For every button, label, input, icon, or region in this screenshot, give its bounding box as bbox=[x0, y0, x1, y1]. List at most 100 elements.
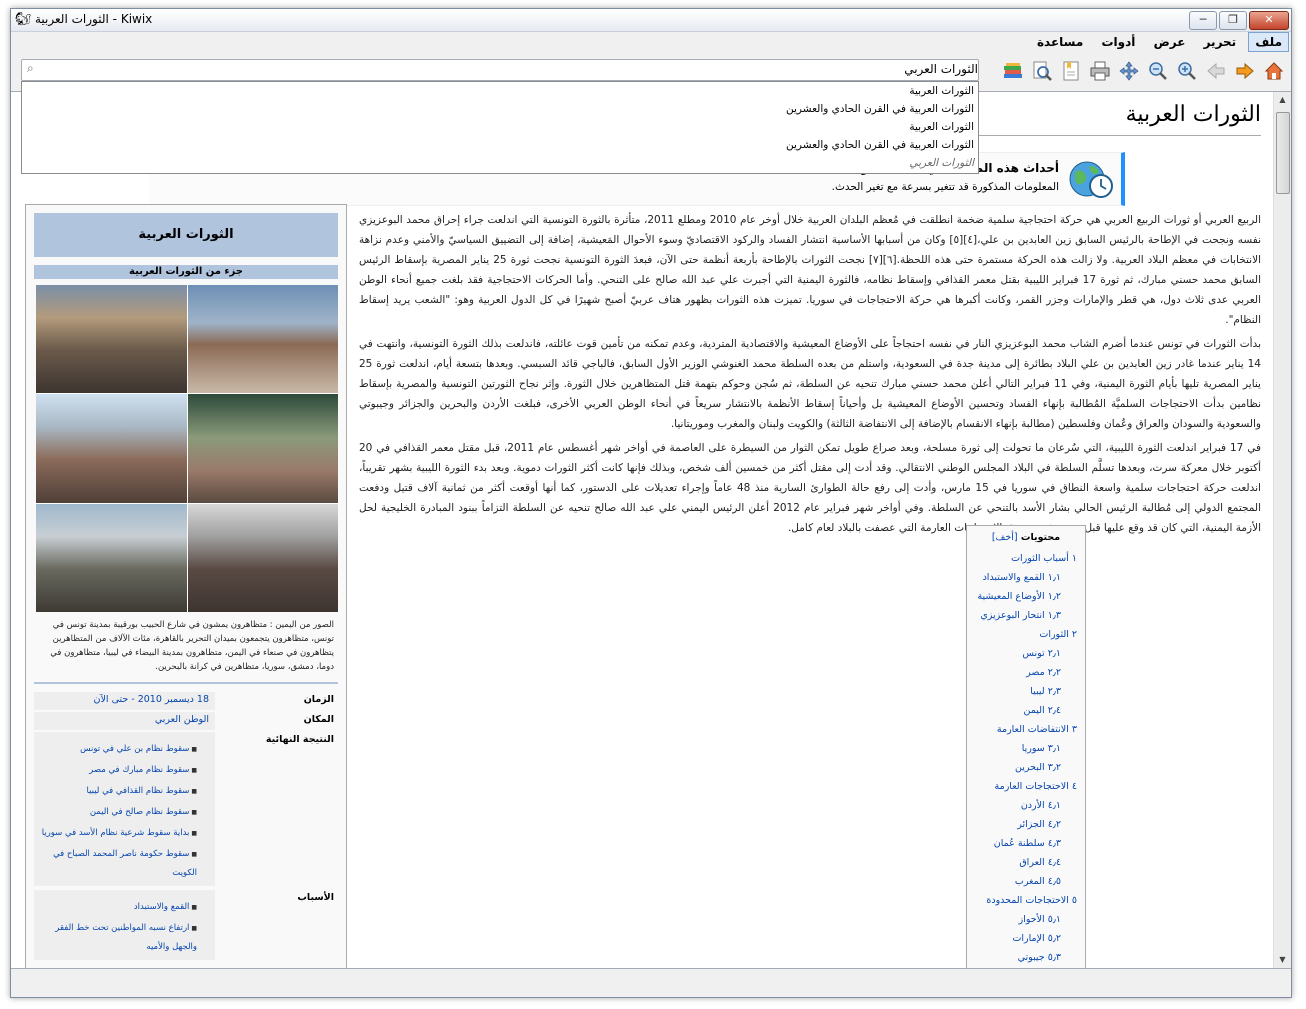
toc-item[interactable]: ٢٫٢ مصر bbox=[975, 663, 1077, 682]
title-bar: 🐿 الثورات العربية - Kiwix ─ ❐ ✕ bbox=[11, 9, 1291, 32]
library-icon[interactable] bbox=[1000, 58, 1026, 84]
menu-file[interactable]: ملف bbox=[1248, 32, 1289, 52]
infobox-separator bbox=[34, 682, 338, 684]
status-bar bbox=[11, 969, 1291, 997]
toc-header: محتويات [أخف] bbox=[975, 532, 1077, 543]
infobox-title: الثورات العربية bbox=[34, 213, 338, 257]
photo-montage[interactable] bbox=[36, 285, 338, 612]
menu-tools[interactable]: أدوات bbox=[1096, 33, 1142, 51]
result-item[interactable]: سقوط حكومة ناصر المحمد الصباح في الكويت bbox=[40, 845, 197, 882]
toc-item[interactable]: ٣ الانتفاضات العارمة bbox=[975, 720, 1077, 739]
result-label: النتيجة النهائية bbox=[265, 734, 334, 745]
search-icon: ⌕ bbox=[27, 61, 34, 75]
infobox-row-causes: الأسباب القمع والاستبداد ارتفاع نسبه الم… bbox=[34, 890, 338, 960]
result-cell: سقوط نظام بن علي في تونس سقوط نظام مبارك… bbox=[34, 732, 215, 886]
table-of-contents: محتويات [أخف] ١ أسباب الثورات ١٫١ القمع و… bbox=[966, 525, 1086, 968]
photo-sanaa bbox=[187, 394, 338, 503]
kiwix-window: 🐿 الثورات العربية - Kiwix ─ ❐ ✕ ملف تحري… bbox=[10, 8, 1292, 998]
place-value[interactable]: الوطن العربي bbox=[34, 712, 215, 730]
zoom-out-icon[interactable] bbox=[1145, 58, 1171, 84]
menu-view[interactable]: عرض bbox=[1148, 33, 1192, 51]
print-icon[interactable] bbox=[1087, 58, 1113, 84]
toc-item[interactable]: ٤٫١ الأردن bbox=[975, 796, 1077, 815]
toc-item[interactable]: ١٫٢ الأوضاع المعيشية bbox=[975, 587, 1077, 606]
toc-item[interactable]: ١ أسباب الثورات bbox=[975, 549, 1077, 568]
minimize-button[interactable]: ─ bbox=[1189, 11, 1217, 30]
suggestion-item[interactable]: الثورات العربية في القرن الحادي والعشرين bbox=[22, 136, 978, 154]
toc-hide-link[interactable]: [أخف] bbox=[992, 532, 1018, 543]
home-icon[interactable] bbox=[1261, 58, 1287, 84]
suggestion-item[interactable]: الثورات العربية bbox=[22, 118, 978, 136]
fullscreen-icon[interactable] bbox=[1116, 58, 1142, 84]
results-list: سقوط نظام بن علي في تونس سقوط نظام مبارك… bbox=[40, 740, 209, 882]
suggestion-item[interactable]: الثورات العربية bbox=[22, 82, 978, 100]
result-item[interactable]: سقوط نظام صالح في اليمن bbox=[40, 803, 197, 822]
toc-item[interactable]: ٢ الثورات bbox=[975, 625, 1077, 644]
maximize-button[interactable]: ❐ bbox=[1219, 11, 1247, 30]
toc-item[interactable]: ٢٫٤ اليمن bbox=[975, 701, 1077, 720]
article-view: الثورات العربية أحداث هذه المقالة هي أحد… bbox=[11, 91, 1291, 969]
find-in-page-icon[interactable] bbox=[1029, 58, 1055, 84]
result-item[interactable]: سقوط نظام مبارك في مصر bbox=[40, 761, 197, 780]
toc-item[interactable]: ٤٫٤ العراق bbox=[975, 853, 1077, 872]
toc-item[interactable]: ٢٫١ تونس bbox=[975, 644, 1077, 663]
place-label: المكان bbox=[303, 714, 334, 725]
toc-item[interactable]: ٤٫٢ الجزائر bbox=[975, 815, 1077, 834]
cause-item[interactable]: ارتفاع نسبه المواطنين تحت خط الفقر والجه… bbox=[40, 919, 197, 956]
article-page: الثورات العربية أحداث هذه المقالة هي أحد… bbox=[11, 92, 1273, 968]
photo-caption: الصور من اليمين : متظاهرون يمشون في شارع… bbox=[50, 620, 334, 672]
result-item[interactable]: سقوط نظام القذافي في ليبيا bbox=[40, 782, 197, 801]
toc-item[interactable]: ٥ الاحتجاجات المحدودة bbox=[975, 891, 1077, 910]
photo-cairo bbox=[36, 285, 187, 394]
toc-item[interactable]: ١٫١ القمع والاستبداد bbox=[975, 568, 1077, 587]
toc-title: محتويات bbox=[1020, 532, 1061, 543]
search-box[interactable]: ⌕ bbox=[21, 59, 982, 81]
toc-item[interactable]: ٤٫٥ المغرب bbox=[975, 872, 1077, 891]
kiwix-app-icon: 🐿 bbox=[15, 12, 32, 27]
back-icon[interactable] bbox=[1203, 58, 1229, 84]
infobox-part-of[interactable]: جزء من الثورات العربية bbox=[34, 265, 338, 279]
toc-item[interactable]: ٢٫٣ ليبيا bbox=[975, 682, 1077, 701]
infobox-row-date: الزمان 18 ديسمبر 2010 - حتى الآن bbox=[34, 692, 338, 710]
forward-icon[interactable] bbox=[1232, 58, 1258, 84]
bookmark-icon[interactable] bbox=[1058, 58, 1084, 84]
search-suggestions: الثورات العربية الثورات العربية في القرن… bbox=[21, 81, 979, 174]
date-value[interactable]: 18 ديسمبر 2010 - حتى الآن bbox=[34, 692, 215, 710]
search-input[interactable] bbox=[44, 61, 982, 77]
toc-item[interactable]: ٥٫١ الأحواز bbox=[975, 910, 1077, 929]
toc-item[interactable]: ٥٫٢ الإمارات bbox=[975, 929, 1077, 948]
zoom-in-icon[interactable] bbox=[1174, 58, 1200, 84]
paragraph: في 17 فبراير اندلعت الثورة الليبية، التي… bbox=[359, 442, 1261, 534]
paragraph: الربيع العربي أو ثورات الربيع العربي هي … bbox=[359, 214, 1261, 326]
result-item[interactable]: بداية سقوط شرعية نظام الأسد في سوريا bbox=[40, 824, 197, 843]
scroll-down-icon[interactable]: ▼ bbox=[1274, 952, 1291, 968]
toc-item[interactable]: ٣٫٢ البحرين bbox=[975, 758, 1077, 777]
toc-item[interactable]: ٤ الاحتجاجات العارمة bbox=[975, 777, 1077, 796]
notice-subtitle: المعلومات المذكورة قد تتغير بسرعة مع تغي… bbox=[831, 181, 1059, 193]
cause-item[interactable]: القمع والاستبداد bbox=[40, 898, 197, 917]
infobox-row-place: المكان الوطن العربي bbox=[34, 712, 338, 730]
result-item[interactable]: سقوط نظام بن علي في تونس bbox=[40, 740, 197, 759]
vertical-scrollbar[interactable]: ▲ ▼ bbox=[1273, 92, 1291, 968]
toc-item[interactable]: ٣٫١ سوريا bbox=[975, 739, 1077, 758]
scroll-up-icon[interactable]: ▲ bbox=[1274, 92, 1291, 108]
photo-tunis bbox=[187, 285, 338, 394]
scroll-thumb[interactable] bbox=[1276, 112, 1290, 194]
infobox-row-result: النتيجة النهائية سقوط نظام بن علي في تون… bbox=[34, 732, 338, 886]
menu-edit[interactable]: تحرير bbox=[1198, 33, 1243, 51]
photo-douma bbox=[187, 503, 338, 612]
page-title: الثورات العربية bbox=[1125, 102, 1261, 127]
suggestion-item[interactable]: الثورات العربي bbox=[22, 154, 978, 172]
paragraph: بدأت الثورات في تونس عندما أضرم الشاب مح… bbox=[359, 338, 1261, 430]
toc-item[interactable]: ١٫٣ انتحار البوعزيزي bbox=[975, 606, 1077, 625]
photo-bayda bbox=[36, 394, 187, 503]
toc-item[interactable]: ٤٫٣ سلطنة عُمان bbox=[975, 834, 1077, 853]
causes-list: القمع والاستبداد ارتفاع نسبه المواطنين ت… bbox=[40, 898, 209, 956]
date-label: الزمان bbox=[303, 694, 334, 705]
toc-item[interactable]: ٥٫٣ جيبوتي bbox=[975, 948, 1077, 967]
causes-label: الأسباب bbox=[297, 892, 334, 903]
close-button[interactable]: ✕ bbox=[1249, 11, 1289, 30]
suggestion-item[interactable]: الثورات العربية في القرن الحادي والعشرين bbox=[22, 100, 978, 118]
photo-karzakan bbox=[36, 503, 187, 612]
menu-help[interactable]: مساعدة bbox=[1031, 33, 1089, 51]
